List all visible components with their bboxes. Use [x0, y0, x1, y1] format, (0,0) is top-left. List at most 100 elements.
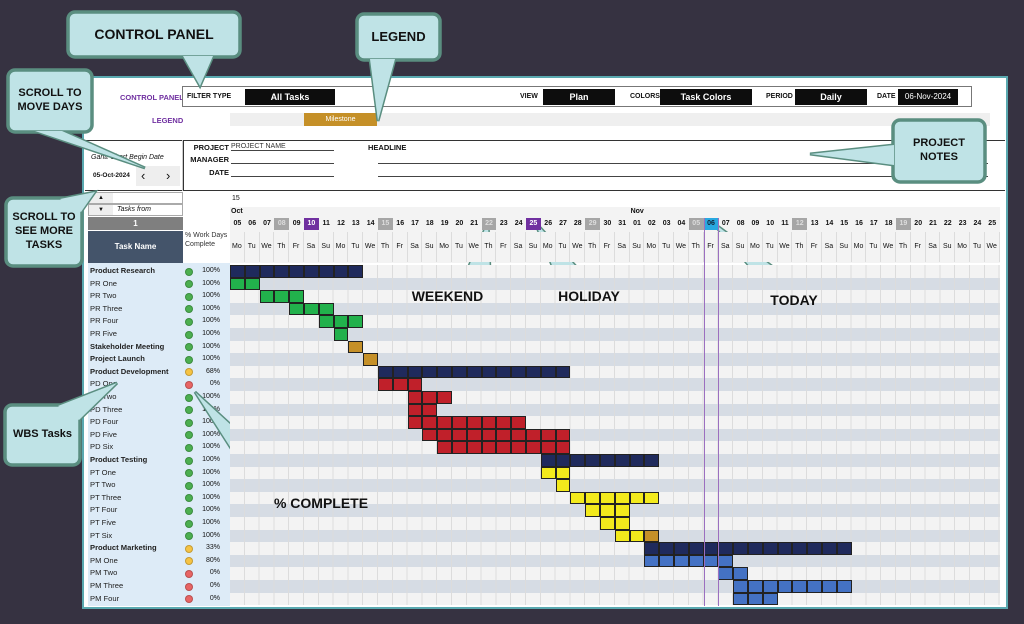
gantt-bar-cell[interactable]	[422, 416, 438, 429]
gantt-bar-cell[interactable]	[348, 340, 364, 354]
gantt-bar-cell[interactable]	[688, 554, 704, 568]
gantt-bar-cell[interactable]	[555, 466, 571, 480]
gantt-bar-cell[interactable]	[644, 554, 660, 568]
gantt-bar-cell[interactable]	[318, 302, 334, 316]
gantt-bar-cell[interactable]	[777, 580, 793, 593]
gantt-bar-cell[interactable]	[511, 416, 526, 429]
gantt-bar-cell[interactable]	[762, 580, 778, 593]
gantt-bar-cell[interactable]	[733, 592, 748, 606]
gantt-bar-cell[interactable]	[333, 328, 349, 341]
gantt-bar-cell[interactable]	[407, 403, 423, 417]
gantt-bar-cell[interactable]	[762, 592, 778, 606]
gantt-bar-cell[interactable]	[629, 454, 645, 467]
gantt-bar-cell[interactable]	[733, 542, 748, 555]
gantt-bar-cell[interactable]	[614, 504, 630, 517]
gantt-bar-cell[interactable]	[511, 428, 526, 442]
gantt-bar-cell[interactable]	[570, 491, 586, 505]
gantt-bar-cell[interactable]	[836, 580, 852, 593]
gantt-bar-cell[interactable]	[452, 441, 467, 454]
gantt-bar-cell[interactable]	[437, 416, 452, 429]
gantt-bar-cell[interactable]	[496, 416, 512, 429]
gantt-bar-cell[interactable]	[496, 441, 512, 454]
gantt-bar-cell[interactable]	[718, 554, 734, 568]
gantt-bar-cell[interactable]	[422, 403, 438, 417]
gantt-bar-cell[interactable]	[274, 265, 290, 278]
gantt-bar-cell[interactable]	[526, 365, 541, 379]
gantt-bar-cell[interactable]	[496, 428, 512, 442]
gantt-bar-cell[interactable]	[333, 265, 349, 278]
gantt-bar-cell[interactable]	[748, 580, 763, 593]
gantt-bar-cell[interactable]	[481, 365, 497, 379]
gantt-bar-cell[interactable]	[600, 504, 615, 517]
gantt-bar-cell[interactable]	[674, 542, 689, 555]
gantt-bar-cell[interactable]	[540, 454, 556, 467]
gantt-bar-cell[interactable]	[496, 365, 512, 379]
gantt-bar-cell[interactable]	[244, 277, 260, 291]
gantt-bar-cell[interactable]	[644, 529, 660, 543]
gantt-bar-cell[interactable]	[481, 441, 497, 454]
gantt-bar-cell[interactable]	[378, 378, 393, 391]
gantt-bar-cell[interactable]	[748, 592, 763, 606]
gantt-bar-cell[interactable]	[407, 391, 423, 404]
gantt-bar-cell[interactable]	[614, 517, 630, 530]
gantt-bar-cell[interactable]	[481, 416, 497, 429]
gantt-bar-cell[interactable]	[703, 554, 719, 568]
gantt-bar-cell[interactable]	[659, 554, 674, 568]
gantt-bar-cell[interactable]	[600, 517, 615, 530]
gantt-bar-cell[interactable]	[629, 491, 645, 505]
gantt-bar-cell[interactable]	[422, 391, 438, 404]
gantt-bar-cell[interactable]	[659, 542, 674, 555]
gantt-bar-cell[interactable]	[585, 504, 600, 517]
gantt-bar-cell[interactable]	[540, 466, 556, 480]
gantt-bar-cell[interactable]	[511, 441, 526, 454]
gantt-bar-cell[interactable]	[511, 365, 526, 379]
gantt-bar-cell[interactable]	[452, 365, 467, 379]
gantt-bar-cell[interactable]	[718, 567, 734, 580]
gantt-bar-cell[interactable]	[466, 441, 482, 454]
gantt-bar-cell[interactable]	[259, 290, 275, 303]
gantt-bar-cell[interactable]	[555, 479, 571, 492]
gantt-bar-cell[interactable]	[304, 265, 319, 278]
gantt-bar-cell[interactable]	[644, 454, 660, 467]
gantt-bar-cell[interactable]	[629, 529, 645, 543]
gantt-bar-cell[interactable]	[540, 441, 556, 454]
gantt-bar-cell[interactable]	[437, 428, 452, 442]
gantt-bar-cell[interactable]	[807, 580, 822, 593]
gantt-bar-cell[interactable]	[452, 416, 467, 429]
gantt-bar-cell[interactable]	[289, 265, 304, 278]
gantt-bar-cell[interactable]	[422, 428, 438, 442]
gantt-bar-cell[interactable]	[703, 542, 719, 555]
gantt-bar-cell[interactable]	[762, 542, 778, 555]
gantt-bar-cell[interactable]	[792, 542, 808, 555]
gantt-bar-cell[interactable]	[614, 491, 630, 505]
gantt-bar-cell[interactable]	[555, 365, 571, 379]
gantt-bar-cell[interactable]	[289, 302, 304, 316]
gantt-bar-cell[interactable]	[822, 580, 837, 593]
gantt-bar-cell[interactable]	[777, 542, 793, 555]
gantt-bar-cell[interactable]	[674, 554, 689, 568]
gantt-bar-cell[interactable]	[244, 265, 260, 278]
gantt-bar-cell[interactable]	[348, 315, 364, 328]
gantt-bar-cell[interactable]	[614, 529, 630, 543]
gantt-bar-cell[interactable]	[644, 491, 660, 505]
gantt-bar-cell[interactable]	[836, 542, 852, 555]
gantt-bar-cell[interactable]	[437, 365, 452, 379]
gantt-bar-cell[interactable]	[452, 428, 467, 442]
gantt-bar-cell[interactable]	[585, 491, 600, 505]
gantt-bar-cell[interactable]	[526, 428, 541, 442]
gantt-bar-cell[interactable]	[644, 542, 660, 555]
gantt-bar-cell[interactable]	[600, 454, 615, 467]
gantt-bar-cell[interactable]	[540, 365, 556, 379]
gantt-bar-cell[interactable]	[733, 580, 748, 593]
gantt-bar-cell[interactable]	[688, 542, 704, 555]
gantt-bar-cell[interactable]	[274, 290, 290, 303]
gantt-bar-cell[interactable]	[466, 416, 482, 429]
gantt-bar-cell[interactable]	[230, 277, 245, 291]
gantt-bar-cell[interactable]	[540, 428, 556, 442]
gantt-bar-cell[interactable]	[466, 365, 482, 379]
gantt-bar-cell[interactable]	[407, 378, 423, 391]
gantt-bar-cell[interactable]	[318, 265, 334, 278]
gantt-bar-cell[interactable]	[614, 454, 630, 467]
gantt-bar-cell[interactable]	[422, 365, 438, 379]
gantt-bar-cell[interactable]	[792, 580, 808, 593]
